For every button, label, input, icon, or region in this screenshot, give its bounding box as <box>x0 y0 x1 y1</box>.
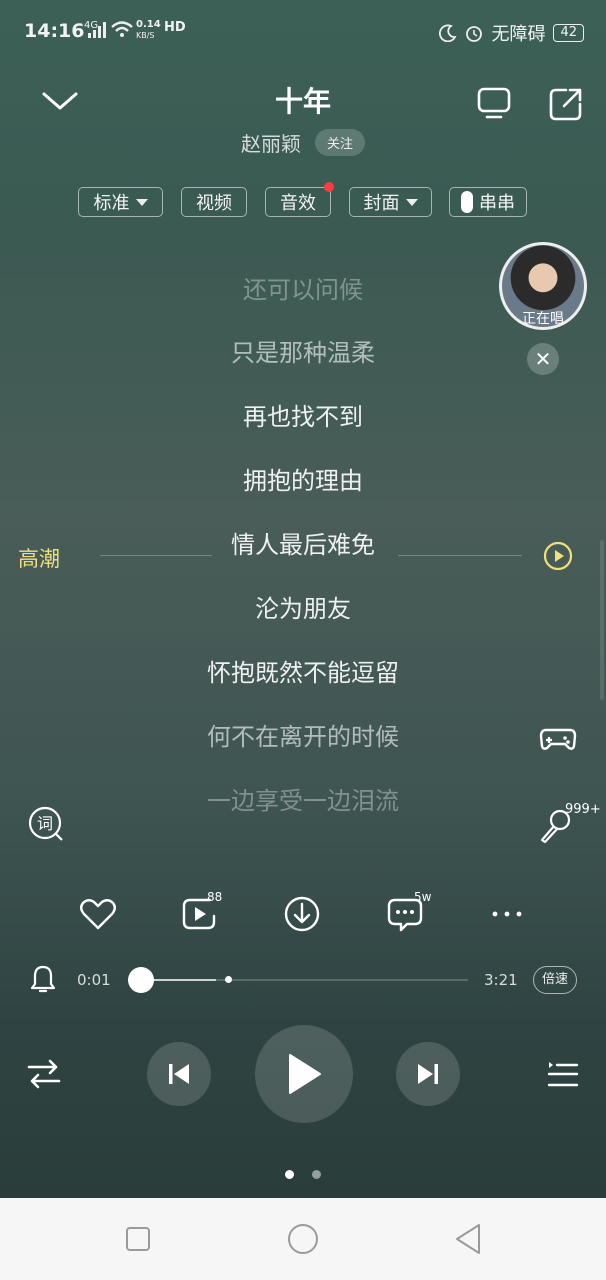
chuanchuan-toggle[interactable]: 串串 <box>449 187 527 217</box>
speed-button[interactable]: 倍速 <box>533 966 578 994</box>
download-icon[interactable] <box>282 894 322 934</box>
network-speed-unit: KB/S <box>136 31 155 40</box>
bell-icon[interactable] <box>30 964 56 994</box>
wifi-icon <box>111 21 133 37</box>
gamepad-icon[interactable] <box>538 718 578 758</box>
chuanchuan-label: 串串 <box>479 193 515 214</box>
quality-dropdown[interactable]: 标准 <box>78 187 163 217</box>
lyric-line[interactable]: 一边享受一边泪流 <box>0 781 606 816</box>
mv-count-badge: 88 <box>207 890 223 904</box>
lyrics-icon-char: 词 <box>37 814 53 833</box>
artist-row: 赵丽颖 关注 <box>0 128 606 157</box>
scrollbar[interactable] <box>600 540 604 700</box>
cover-label: 封面 <box>363 193 400 214</box>
lyric-line[interactable]: 再也找不到 <box>0 397 606 432</box>
climax-line-left <box>100 555 212 556</box>
new-badge-dot <box>324 182 334 192</box>
lyric-line[interactable]: 怀抱既然不能逗留 <box>0 653 606 688</box>
moon-icon <box>439 24 458 42</box>
lyric-line[interactable]: 拥抱的理由 <box>0 461 606 496</box>
status-time: 14:16 <box>24 20 85 42</box>
quality-label: 标准 <box>93 193 130 214</box>
accessibility-label: 无障碍 <box>491 24 546 45</box>
next-button[interactable] <box>396 1042 460 1106</box>
page-indicator <box>0 1170 606 1179</box>
status-bar: 14:16 4G 0.14 KB/S HD 无障碍 42 <box>0 0 606 62</box>
video-button[interactable]: 视频 <box>181 187 247 217</box>
skip-next-icon <box>418 1064 438 1084</box>
tv-cast-icon[interactable] <box>474 84 514 124</box>
toggle-knob <box>461 191 473 213</box>
page-dot[interactable] <box>312 1170 321 1179</box>
video-label: 视频 <box>196 193 232 214</box>
climax-marker[interactable] <box>225 976 232 983</box>
follow-button[interactable]: 关注 <box>314 129 365 156</box>
network-speed: 0.14 <box>136 19 161 30</box>
alarm-icon <box>466 26 483 42</box>
battery-indicator: 42 <box>553 24 584 42</box>
comment-count-badge: 5w <box>414 890 432 904</box>
close-icon[interactable]: ✕ <box>527 343 559 375</box>
share-icon[interactable] <box>546 84 586 124</box>
artist-name[interactable]: 赵丽颖 <box>241 128 301 157</box>
current-time: 0:01 <box>77 971 111 989</box>
sound-effect-label: 音效 <box>280 193 316 214</box>
hd-indicator: HD <box>164 20 186 35</box>
more-icon[interactable] <box>487 894 527 934</box>
progress-knob[interactable] <box>128 967 154 993</box>
cover-dropdown[interactable]: 封面 <box>349 187 432 217</box>
climax-label[interactable]: 高潮 <box>18 543 60 573</box>
caret-down-icon <box>135 198 148 206</box>
heart-icon[interactable] <box>78 894 118 934</box>
skip-previous-icon <box>169 1064 189 1084</box>
lyric-line[interactable]: 沦为朋友 <box>0 589 606 624</box>
singing-now-label: 正在唱 <box>522 311 564 327</box>
shuffle-icon[interactable] <box>26 1057 62 1091</box>
song-title: 十年 <box>274 85 331 118</box>
signal-icon <box>88 22 106 38</box>
status-right: 无障碍 42 <box>439 20 584 46</box>
home-icon[interactable] <box>282 1218 324 1260</box>
play-icon <box>289 1054 321 1094</box>
total-time: 3:21 <box>484 971 518 989</box>
karaoke-count: 999+ <box>565 802 601 817</box>
previous-button[interactable] <box>147 1042 211 1106</box>
caret-down-icon <box>405 198 418 206</box>
climax-play-icon[interactable] <box>542 540 574 572</box>
climax-line-right <box>398 555 522 556</box>
lyric-line[interactable]: 何不在离开的时候 <box>0 717 606 752</box>
page-dot[interactable] <box>285 1170 294 1179</box>
recents-icon[interactable] <box>117 1218 159 1260</box>
back-icon[interactable] <box>447 1218 489 1260</box>
sound-effect-button[interactable]: 音效 <box>265 182 334 217</box>
play-button[interactable] <box>255 1025 353 1123</box>
lyric-line[interactable]: 只是那种温柔 <box>0 333 606 368</box>
playlist-icon[interactable] <box>545 1058 579 1090</box>
lyrics-icon[interactable]: 词 <box>26 804 66 844</box>
